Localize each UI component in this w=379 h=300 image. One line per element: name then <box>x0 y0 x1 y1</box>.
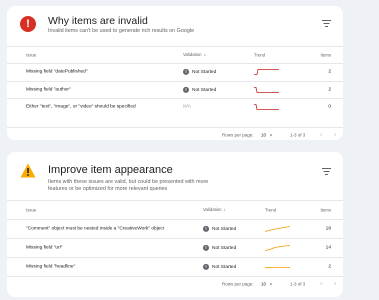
chevron-left-icon[interactable]: ‹ <box>320 131 322 138</box>
validation-status: ! Not Started <box>183 86 216 93</box>
table-header-row: Issue Validation ↓ Trend Items <box>7 200 343 219</box>
trend-sparkline <box>265 264 290 271</box>
header-items: Items <box>320 207 331 213</box>
table-row[interactable]: Either "text", "image", or "video" shoul… <box>7 98 343 116</box>
header-issue: Issue <box>26 52 37 58</box>
table-row[interactable]: Missing field "datePublished" ! Not Start… <box>7 63 343 81</box>
table-row[interactable]: Missing field "url" ! Not Started 14 <box>7 238 343 257</box>
sort-down-icon[interactable]: ↓ <box>204 52 207 58</box>
page-range: 1-3 of 3 <box>290 132 306 137</box>
header-validation[interactable]: Validation ↓ <box>183 52 206 58</box>
item-count: 18 <box>325 226 331 232</box>
issue-name: Missing field "url" <box>26 245 63 251</box>
chevron-right-icon[interactable]: › <box>334 280 336 287</box>
sort-down-icon[interactable]: ↓ <box>224 207 227 213</box>
issue-name: "Comment" object must be nested inside a… <box>26 226 165 232</box>
invalid-items-card: ! Why items are invalid Invalid items ca… <box>7 6 343 140</box>
pagination: Rows per page: 10 ▾ 1-3 of 3 ‹ › <box>7 127 343 140</box>
card-title: Why items are invalid <box>48 15 148 27</box>
trend-line-icon <box>265 226 290 232</box>
item-count: 2 <box>328 69 331 75</box>
validation-status: N/A <box>183 104 191 110</box>
error-icon: ! <box>20 16 36 32</box>
filter-icon[interactable] <box>322 168 331 175</box>
rows-per-page-label: Rows per page: <box>222 132 254 137</box>
rows-per-page-select[interactable]: 10 <box>261 281 266 286</box>
validation-status: ! Not Started <box>203 244 236 251</box>
chevron-left-icon[interactable]: ‹ <box>320 280 322 287</box>
header-trend: Trend <box>254 52 266 58</box>
card-header: ! Why items are invalid Invalid items ca… <box>7 6 343 44</box>
table-row[interactable]: Missing field "author" ! Not Started 2 <box>7 80 343 99</box>
item-count: 2 <box>328 264 331 270</box>
header-issue: Issue <box>26 207 37 213</box>
pagination: Rows per page: 10 ▾ 1-3 of 3 ‹ › <box>7 276 343 290</box>
trend-sparkline <box>254 69 279 76</box>
validation-status: ! Not Started <box>183 69 216 75</box>
issue-name: Either "text", "image", or "video" shoul… <box>26 104 136 110</box>
filter-icon[interactable] <box>322 20 331 27</box>
header-items: Items <box>320 52 331 58</box>
item-count: 2 <box>328 87 331 93</box>
trend-sparkline <box>265 226 290 233</box>
table-row[interactable]: "Comment" object must be nested inside a… <box>7 219 343 238</box>
trend-line-icon <box>254 86 279 93</box>
rows-per-page-select[interactable]: 10 <box>261 132 266 137</box>
card-subtitle: Invalid items can't be used to generate … <box>48 28 195 34</box>
trend-line-icon <box>254 104 279 111</box>
dropdown-caret-icon[interactable]: ▾ <box>270 281 272 286</box>
table-row[interactable]: Missing field "headline" ! Not Started 2 <box>7 257 343 276</box>
improve-appearance-card: Improve item appearance Items with these… <box>7 152 343 297</box>
table-header-row: Issue Validation ↓ Trend Items <box>7 46 343 63</box>
item-count: 0 <box>328 104 331 110</box>
not-started-icon: ! <box>203 244 209 251</box>
trend-line-icon <box>265 267 290 268</box>
not-started-icon: ! <box>203 225 209 232</box>
issue-name: Missing field "headline" <box>26 264 76 270</box>
card-header: Improve item appearance Items with these… <box>7 152 343 192</box>
header-validation[interactable]: Validation ↓ <box>203 207 226 213</box>
issues-table: Issue Validation ↓ Trend Items "Comment" … <box>7 200 343 276</box>
page-range: 1-3 of 3 <box>290 281 306 286</box>
trend-line-icon <box>254 69 279 76</box>
rows-per-page-label: Rows per page: <box>222 281 254 286</box>
validation-status: ! Not Started <box>203 225 236 232</box>
trend-sparkline <box>265 245 290 252</box>
issue-name: Missing field "datePublished" <box>26 69 88 75</box>
not-started-icon: ! <box>203 263 209 270</box>
trend-sparkline <box>254 86 279 93</box>
card-subtitle: Items with these issues are valid, but c… <box>48 179 209 192</box>
item-count: 14 <box>325 245 331 251</box>
not-started-icon: ! <box>183 86 189 93</box>
warning-icon <box>20 163 36 178</box>
not-started-icon: ! <box>183 69 189 76</box>
issues-table: Issue Validation ↓ Trend Items Missing fi… <box>7 46 343 116</box>
card-title: Improve item appearance <box>48 164 173 176</box>
trend-sparkline <box>254 104 279 111</box>
trend-line-icon <box>265 245 290 251</box>
header-trend: Trend <box>265 207 277 213</box>
issue-name: Missing field "author" <box>26 87 71 93</box>
chevron-right-icon[interactable]: › <box>334 131 336 138</box>
validation-status: ! Not Started <box>203 263 236 270</box>
dropdown-caret-icon[interactable]: ▾ <box>270 132 272 137</box>
